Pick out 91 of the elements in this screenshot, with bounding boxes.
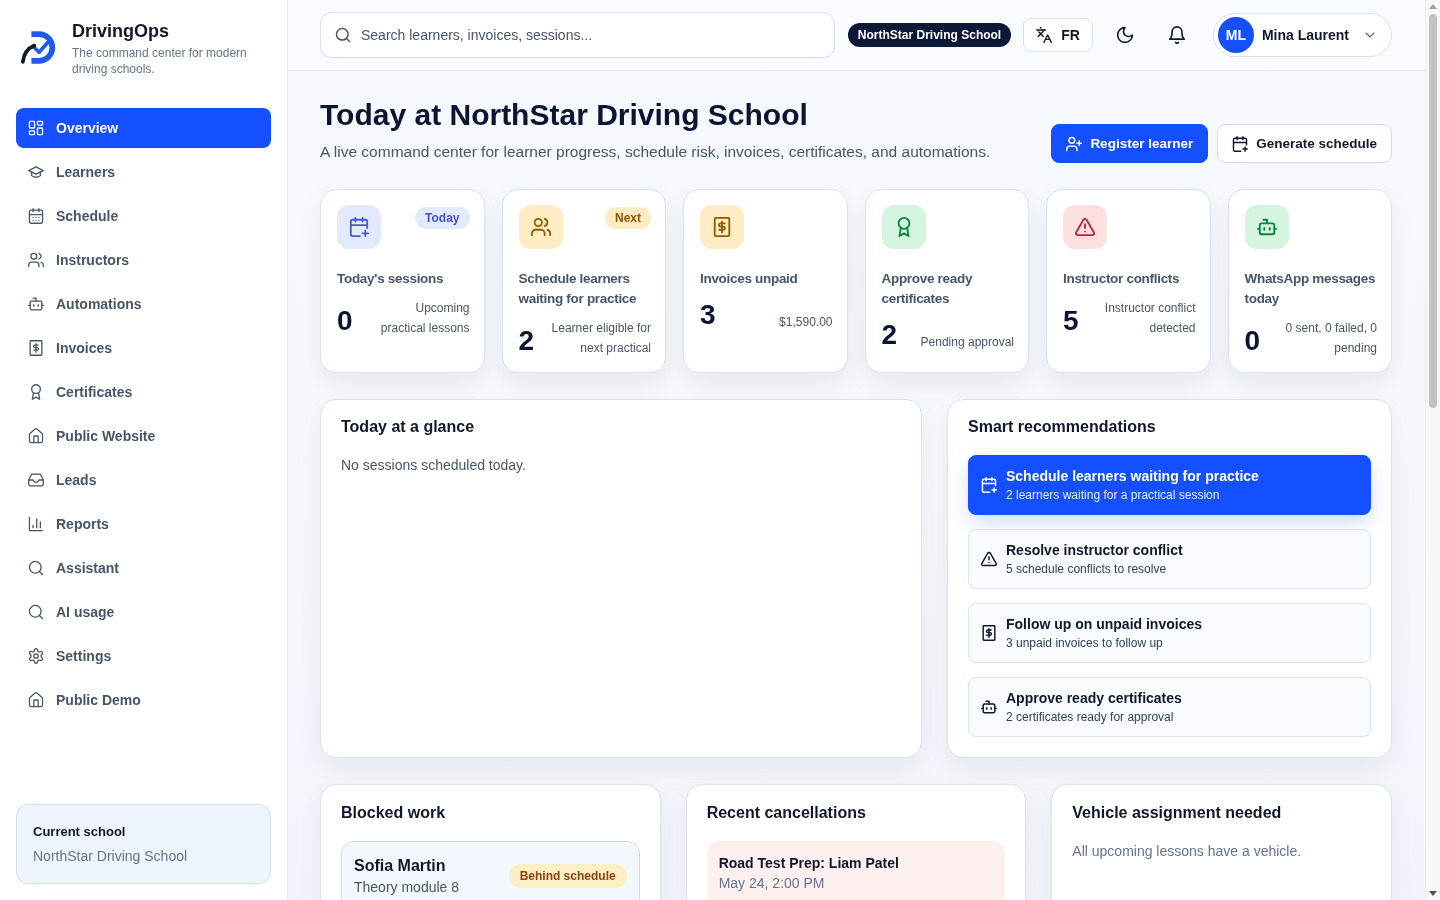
stat-value: 3 — [700, 298, 716, 332]
nav-item[interactable]: Automations — [16, 284, 271, 324]
stat-title: Approve ready certificates — [881, 270, 974, 308]
nav-item[interactable]: Learners — [16, 152, 271, 192]
nav-item[interactable]: Invoices — [16, 328, 271, 368]
search-icon — [28, 560, 44, 576]
nav-item[interactable]: Reports — [16, 504, 271, 544]
stat-tag: Next — [605, 207, 651, 229]
user-menu[interactable]: ML Mina Laurent — [1212, 13, 1392, 57]
brand-tagline: The command center for modern driving schools. — [72, 45, 248, 77]
register-learner-button[interactable]: Register learner — [1051, 124, 1209, 163]
module-name: Theory module 8 — [354, 878, 460, 897]
empty-message: No sessions scheduled today. — [341, 456, 527, 475]
dollar-receipt-icon — [981, 625, 997, 641]
stat-value: 0 — [1244, 324, 1261, 358]
moon-icon[interactable] — [1115, 26, 1134, 44]
current-school-label: Current school — [33, 823, 127, 841]
people-icon — [28, 252, 44, 268]
page-title: Today at NorthStar Driving School — [320, 97, 809, 133]
house-icon — [28, 692, 44, 708]
award-icon — [28, 384, 44, 400]
language-button[interactable]: FR — [1023, 18, 1093, 52]
stat-note: Learner eligible for next practical — [550, 320, 651, 357]
inbox-icon — [28, 472, 44, 488]
nav-item[interactable]: Leads — [16, 460, 271, 500]
warning-icon — [981, 551, 997, 567]
nav-item[interactable]: Instructors — [16, 240, 271, 280]
stat-title: Invoices unpaid — [700, 270, 799, 288]
robot-icon — [28, 296, 44, 312]
brand-name: DrivingOps — [72, 20, 170, 42]
status-tag: Behind schedule — [508, 864, 627, 888]
stat-note: Upcoming practical lessons — [379, 300, 470, 337]
nav-item[interactable]: Assistant — [16, 548, 271, 588]
stat-note: $1,590.00 — [779, 314, 833, 331]
recommendation-item[interactable]: Resolve instructor conflict 5 schedule conflicts to resolve — [968, 529, 1371, 589]
panel-title: Vehicle assignment needed — [1072, 803, 1283, 823]
translate-icon — [1036, 27, 1053, 43]
recommendation-item[interactable]: Schedule learners waiting for practice 2 learners waiting for a practical session — [968, 455, 1371, 515]
scrollbar-thumb[interactable] — [1429, 14, 1437, 408]
nav-item[interactable]: Public Demo — [16, 680, 271, 720]
stat-note: 0 sent, 0 failed, 0 pending — [1284, 320, 1377, 357]
search-icon — [335, 27, 351, 43]
user-plus-icon — [1066, 135, 1083, 152]
logo-icon — [20, 30, 58, 65]
panel-title: Recent cancellations — [706, 803, 867, 823]
stat-title: Instructor conflicts — [1063, 270, 1181, 288]
nav-item[interactable]: Overview — [16, 108, 271, 148]
nav-item[interactable]: Public Website — [16, 416, 271, 456]
scroll-down-arrow-icon[interactable] — [1429, 891, 1437, 896]
user-avatar: ML — [1217, 17, 1254, 53]
nav-item[interactable]: Settings — [16, 636, 271, 676]
nav-item[interactable]: AI usage — [16, 592, 271, 632]
cancellation-time: May 24, 2:00 PM — [718, 874, 826, 893]
calendar-icon — [28, 208, 44, 224]
search-icon — [28, 604, 44, 620]
calendar-plus-icon — [981, 477, 997, 493]
nav-item[interactable]: Schedule — [16, 196, 271, 236]
stat-tag: Today — [415, 207, 470, 229]
stat-value: 2 — [518, 324, 535, 358]
robot-icon — [981, 699, 997, 715]
calendar-plus-icon — [1232, 135, 1249, 152]
dashboard-icon — [28, 120, 44, 136]
recommendation-item[interactable]: Follow up on unpaid invoices 3 unpaid invoices to follow up — [968, 603, 1371, 663]
search-field[interactable]: Search learners, invoices, sessions... — [320, 12, 835, 58]
nav-item[interactable]: Certificates — [16, 372, 271, 412]
panel-title: Smart recommendations — [968, 417, 1157, 437]
notification-bell-icon[interactable] — [1167, 26, 1186, 44]
stat-value: 2 — [881, 318, 898, 352]
scrollbar[interactable] — [1425, 0, 1440, 900]
page-subtitle: A live command center for learner progress, schedule risk, invoices, certificates, and automations. — [320, 142, 992, 162]
stat-title: Today's sessions — [337, 270, 445, 288]
current-school-name: NorthStar Driving School — [33, 847, 189, 866]
panel-title: Blocked work — [341, 803, 447, 823]
house-icon — [28, 428, 44, 444]
vehicle-message: All upcoming lessons have a vehicle. — [1072, 842, 1303, 861]
stat-note: Pending approval — [920, 334, 1014, 351]
stat-value: 0 — [337, 304, 353, 338]
bar-chart-icon — [28, 516, 44, 532]
stat-title: Schedule learners waiting for practice — [518, 270, 638, 308]
recommendation-item[interactable]: Approve ready certificates 2 certificates ready for approval — [968, 677, 1371, 737]
stat-value: 5 — [1063, 304, 1079, 338]
settings-icon — [28, 648, 44, 664]
stat-title: WhatsApp messages today — [1244, 270, 1377, 308]
generate-schedule-button[interactable]: Generate schedule — [1217, 124, 1392, 163]
cancellation-title: Road Test Prep: Liam Patel — [718, 854, 900, 873]
school-badge: NorthStar Driving School — [847, 23, 1012, 47]
graduation-cap-icon — [28, 164, 44, 180]
dollar-receipt-icon — [28, 340, 44, 356]
stat-note: Instructor conflict detected — [1103, 300, 1196, 337]
learner-name: Sofia Martin — [354, 856, 447, 876]
panel-title: Today at a glance — [341, 417, 476, 437]
